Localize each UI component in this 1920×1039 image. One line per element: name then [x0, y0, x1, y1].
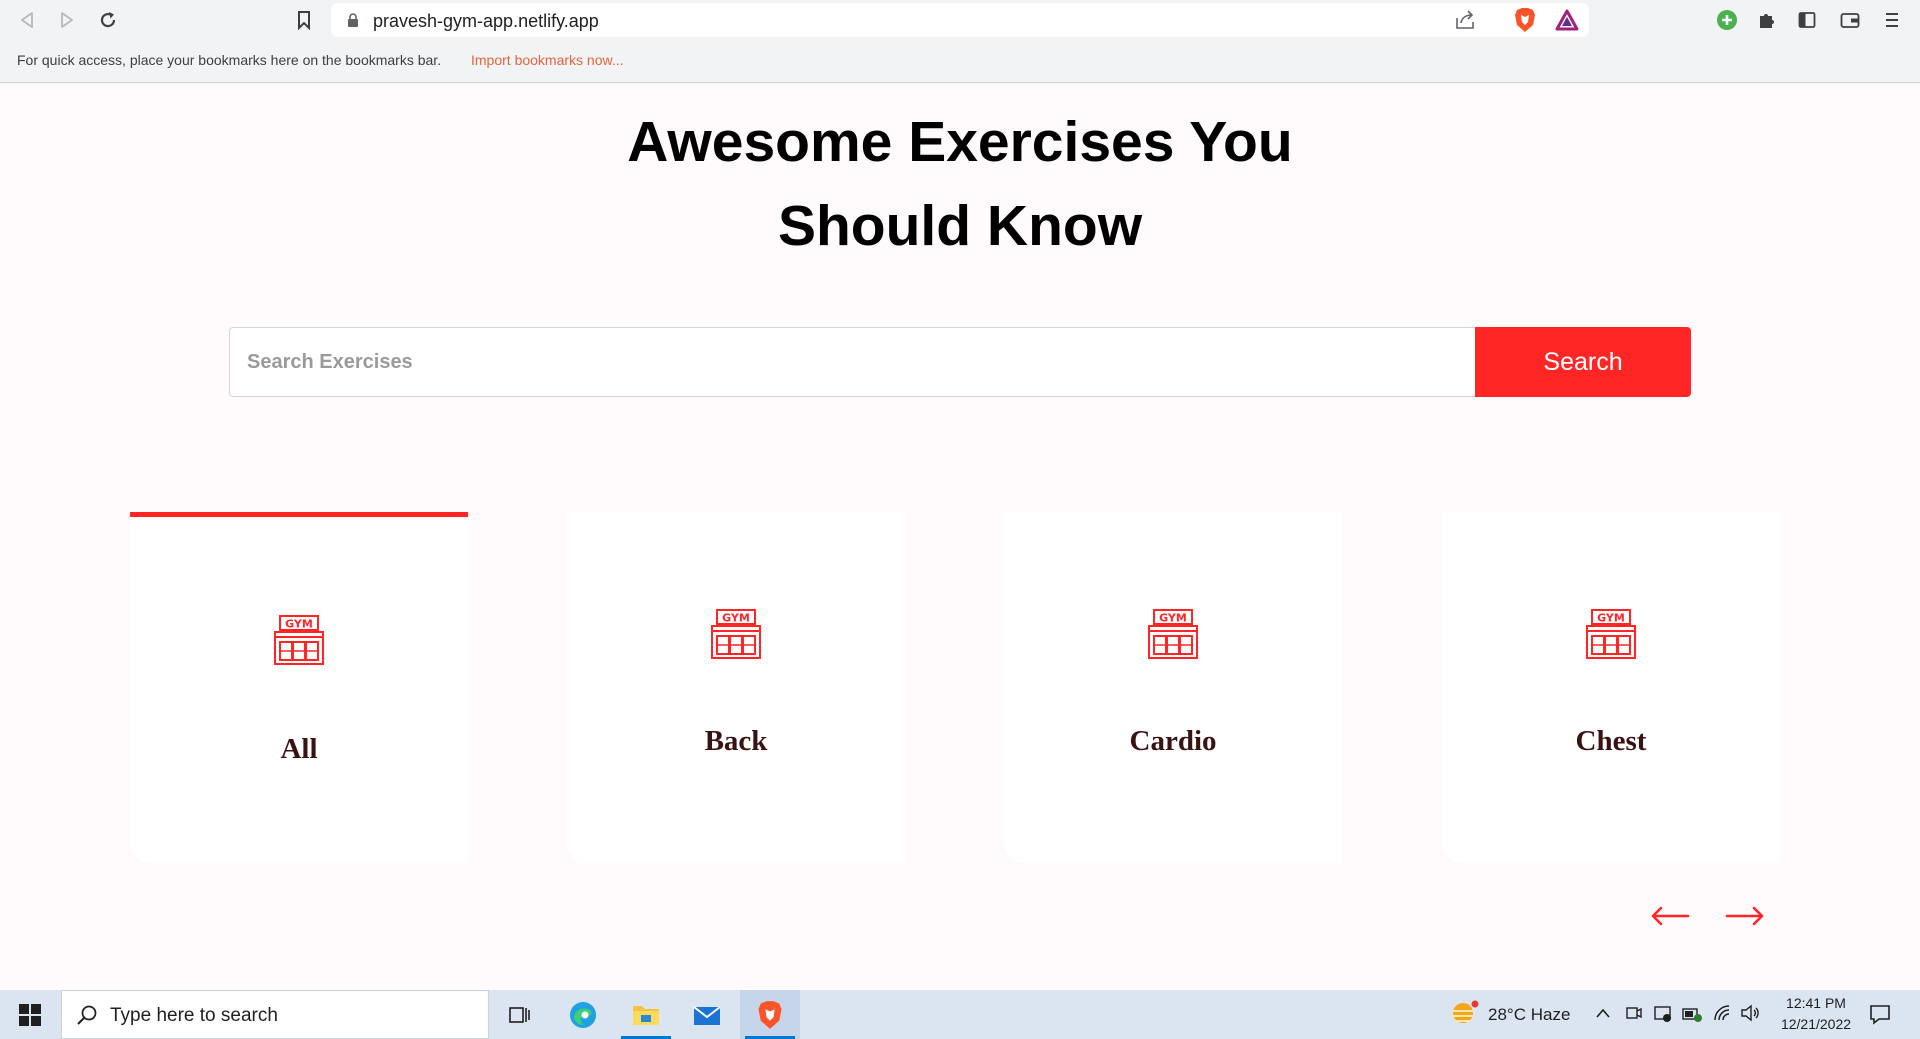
gym-icon-text: GYM: [1597, 612, 1625, 625]
bookmark-button[interactable]: [290, 6, 318, 34]
extension-green-icon[interactable]: [1715, 8, 1739, 32]
forward-arrow-icon: [61, 12, 73, 28]
carousel-prev-button[interactable]: [1648, 895, 1692, 937]
search-input[interactable]: [229, 327, 1476, 397]
bookmarks-bar-message: For quick access, place your bookmarks h…: [17, 52, 442, 68]
edge-app[interactable]: [553, 990, 613, 1039]
gym-icon-text: GYM: [1159, 612, 1187, 625]
reload-icon: [100, 12, 116, 28]
volume-icon[interactable]: [1740, 1003, 1760, 1023]
gym-icon: GYM: [1148, 609, 1198, 659]
file-explorer-icon: [633, 1005, 659, 1025]
task-view-button[interactable]: [490, 990, 550, 1039]
extensions-puzzle-icon[interactable]: [1755, 8, 1779, 32]
windows-logo-icon: [19, 1003, 41, 1026]
gym-icon: GYM: [711, 609, 761, 659]
forward-button[interactable]: [53, 6, 81, 34]
bookmark-icon: [298, 11, 310, 30]
mail-app[interactable]: [677, 990, 737, 1039]
clock-time: 12:41 PM: [1786, 995, 1846, 1011]
meet-now-icon[interactable]: [1625, 1004, 1643, 1022]
arrow-right-icon: [1725, 906, 1764, 926]
import-bookmarks-link[interactable]: Import bookmarks now...: [471, 52, 624, 68]
task-view-icon: [509, 1006, 530, 1023]
back-button[interactable]: [13, 6, 41, 34]
weather-haze-icon[interactable]: [1450, 1000, 1480, 1028]
wallet-icon[interactable]: [1838, 8, 1862, 32]
clock-date: 12/21/2022: [1780, 1016, 1852, 1032]
brave-browser-icon: [758, 1000, 782, 1029]
file-explorer-app[interactable]: [616, 990, 676, 1039]
bookmarks-bar: For quick access, place your bookmarks h…: [0, 39, 1920, 83]
gym-icon: GYM: [1586, 609, 1636, 659]
taskbar-clock[interactable]: 12:41 PM 12/21/2022: [1768, 993, 1864, 1035]
screen-capture-icon[interactable]: [1653, 1004, 1673, 1024]
search-button[interactable]: Search: [1475, 327, 1691, 397]
url-text: pravesh-gym-app.netlify.app: [373, 11, 599, 31]
page-title-line-2: Should Know: [777, 194, 1143, 258]
menu-icon[interactable]: [1880, 8, 1904, 32]
taskbar-search-box[interactable]: Type here to search: [61, 990, 489, 1039]
category-card-chest[interactable]: GYM Chest: [1442, 512, 1780, 863]
gym-icon: GYM: [274, 615, 324, 665]
category-label: All: [280, 733, 318, 765]
lock-icon: [348, 13, 358, 27]
reload-button[interactable]: [94, 6, 122, 34]
category-card-cardio[interactable]: GYM Cardio: [1004, 512, 1342, 863]
brave-app[interactable]: [740, 990, 800, 1039]
category-label: Back: [704, 725, 768, 757]
search-icon: [77, 1005, 97, 1025]
page-title-line-1: Awesome Exercises You: [627, 110, 1293, 174]
brave-shields-icon[interactable]: [1513, 7, 1537, 33]
page-title: Awesome Exercises You Should Know: [0, 100, 1920, 268]
category-card-all[interactable]: GYM All: [130, 512, 468, 863]
chevron-up-icon[interactable]: [1595, 1007, 1611, 1019]
taskbar-search-placeholder: Type here to search: [110, 1005, 278, 1026]
brave-rewards-icon[interactable]: [1555, 9, 1579, 31]
edge-icon: [570, 1001, 596, 1028]
weather-text[interactable]: 28°C Haze: [1488, 1005, 1570, 1025]
category-label: Chest: [1575, 725, 1647, 757]
carousel-next-button[interactable]: [1723, 895, 1767, 937]
category-card-back[interactable]: GYM Back: [567, 512, 905, 863]
wifi-icon[interactable]: [1713, 1004, 1735, 1022]
mail-icon: [693, 1005, 721, 1025]
gym-icon-text: GYM: [722, 612, 750, 625]
arrow-left-icon: [1651, 906, 1690, 926]
sidebar-toggle-icon[interactable]: [1795, 8, 1819, 32]
category-label: Cardio: [1129, 725, 1217, 757]
browser-toolbar: pravesh-gym-app.netlify.app: [0, 0, 1920, 39]
notification-icon[interactable]: [1868, 1003, 1892, 1025]
taskbar: Type here to search 28°C Haze 12:41 PM 1…: [0, 990, 1920, 1039]
battery-icon[interactable]: [1681, 1005, 1703, 1023]
start-button[interactable]: [0, 990, 60, 1039]
gym-icon-text: GYM: [285, 618, 313, 631]
back-arrow-icon: [21, 12, 33, 28]
address-bar[interactable]: pravesh-gym-app.netlify.app: [331, 3, 1589, 37]
share-icon[interactable]: [1455, 10, 1477, 30]
